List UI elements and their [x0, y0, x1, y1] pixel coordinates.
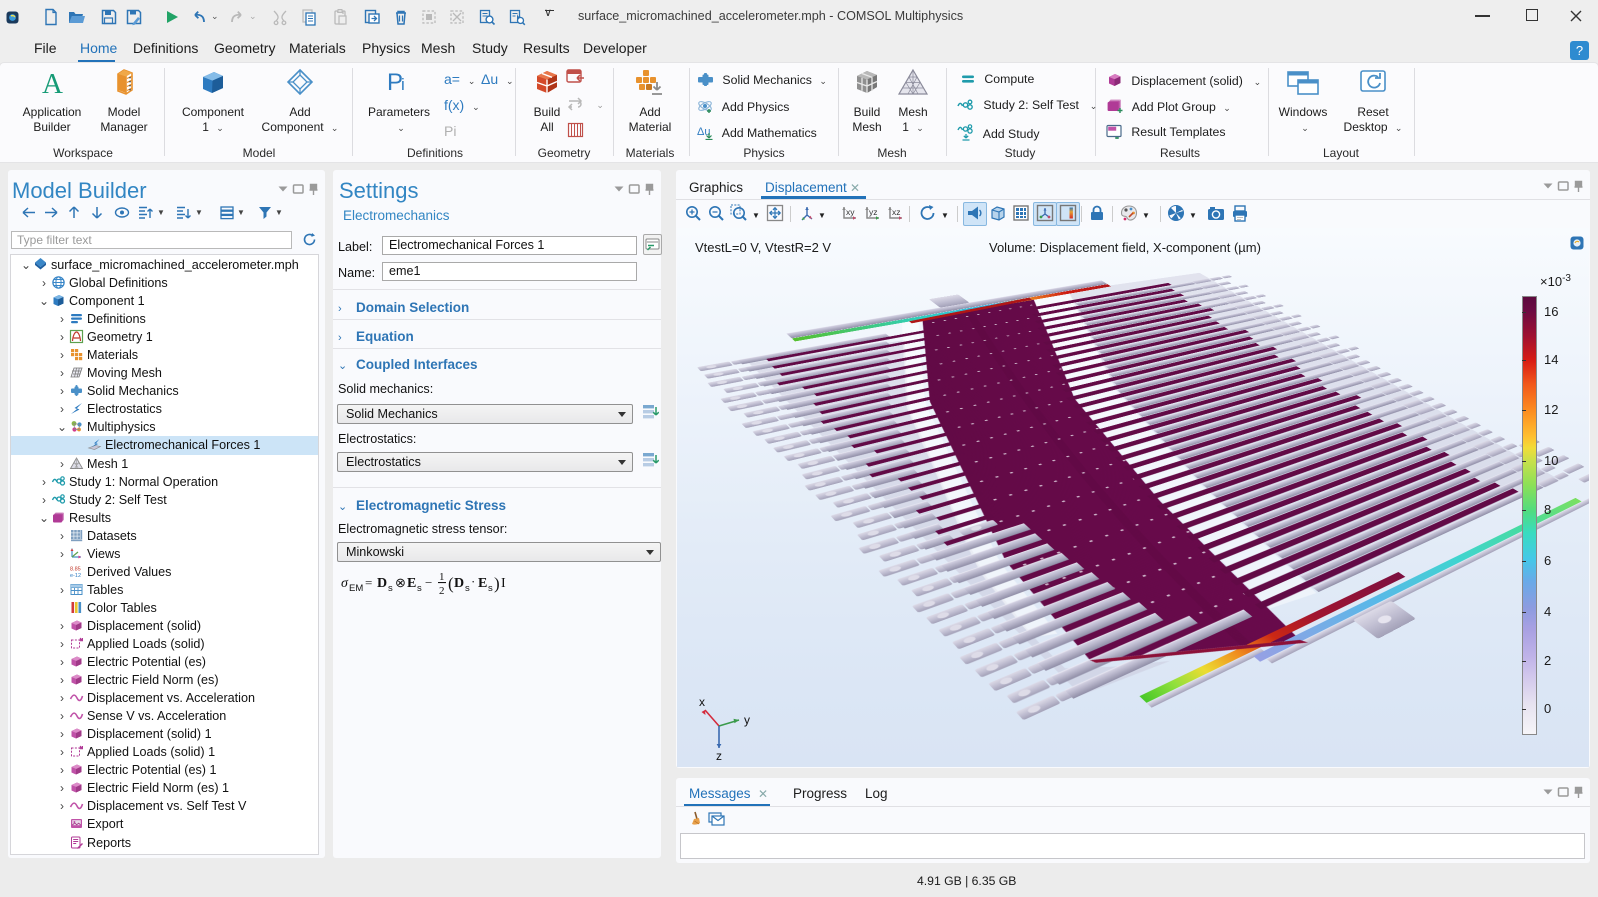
svg-text:xz: xz [892, 207, 901, 217]
svg-text:−: − [425, 575, 432, 590]
svg-text:EM: EM [349, 583, 363, 594]
svg-text:E: E [478, 576, 487, 591]
svg-text:y: y [744, 713, 750, 727]
svg-text:A: A [42, 68, 63, 96]
svg-text:s: s [388, 583, 393, 594]
svg-text:x: x [699, 696, 705, 709]
svg-text:s: s [488, 583, 493, 594]
svg-text:=: = [365, 575, 372, 590]
svg-text:·: · [471, 574, 475, 589]
svg-text:σ: σ [341, 576, 349, 591]
svg-text:xy: xy [846, 207, 855, 217]
svg-text:1: 1 [439, 571, 445, 583]
svg-text:s: s [465, 583, 470, 594]
svg-text:D: D [377, 576, 387, 591]
svg-text:⊗: ⊗ [395, 575, 406, 590]
svg-text:yz: yz [869, 207, 878, 217]
svg-text:s: s [417, 583, 422, 594]
svg-text:e-12: e-12 [70, 573, 81, 579]
svg-text:D: D [454, 576, 464, 591]
svg-text:z: z [716, 749, 722, 761]
svg-text:8.85: 8.85 [70, 566, 81, 572]
svg-text:): ) [494, 574, 500, 593]
svg-text:I: I [501, 576, 506, 591]
svg-text:2: 2 [439, 585, 445, 597]
svg-text:E: E [407, 576, 416, 591]
svg-text:i: i [401, 75, 405, 94]
